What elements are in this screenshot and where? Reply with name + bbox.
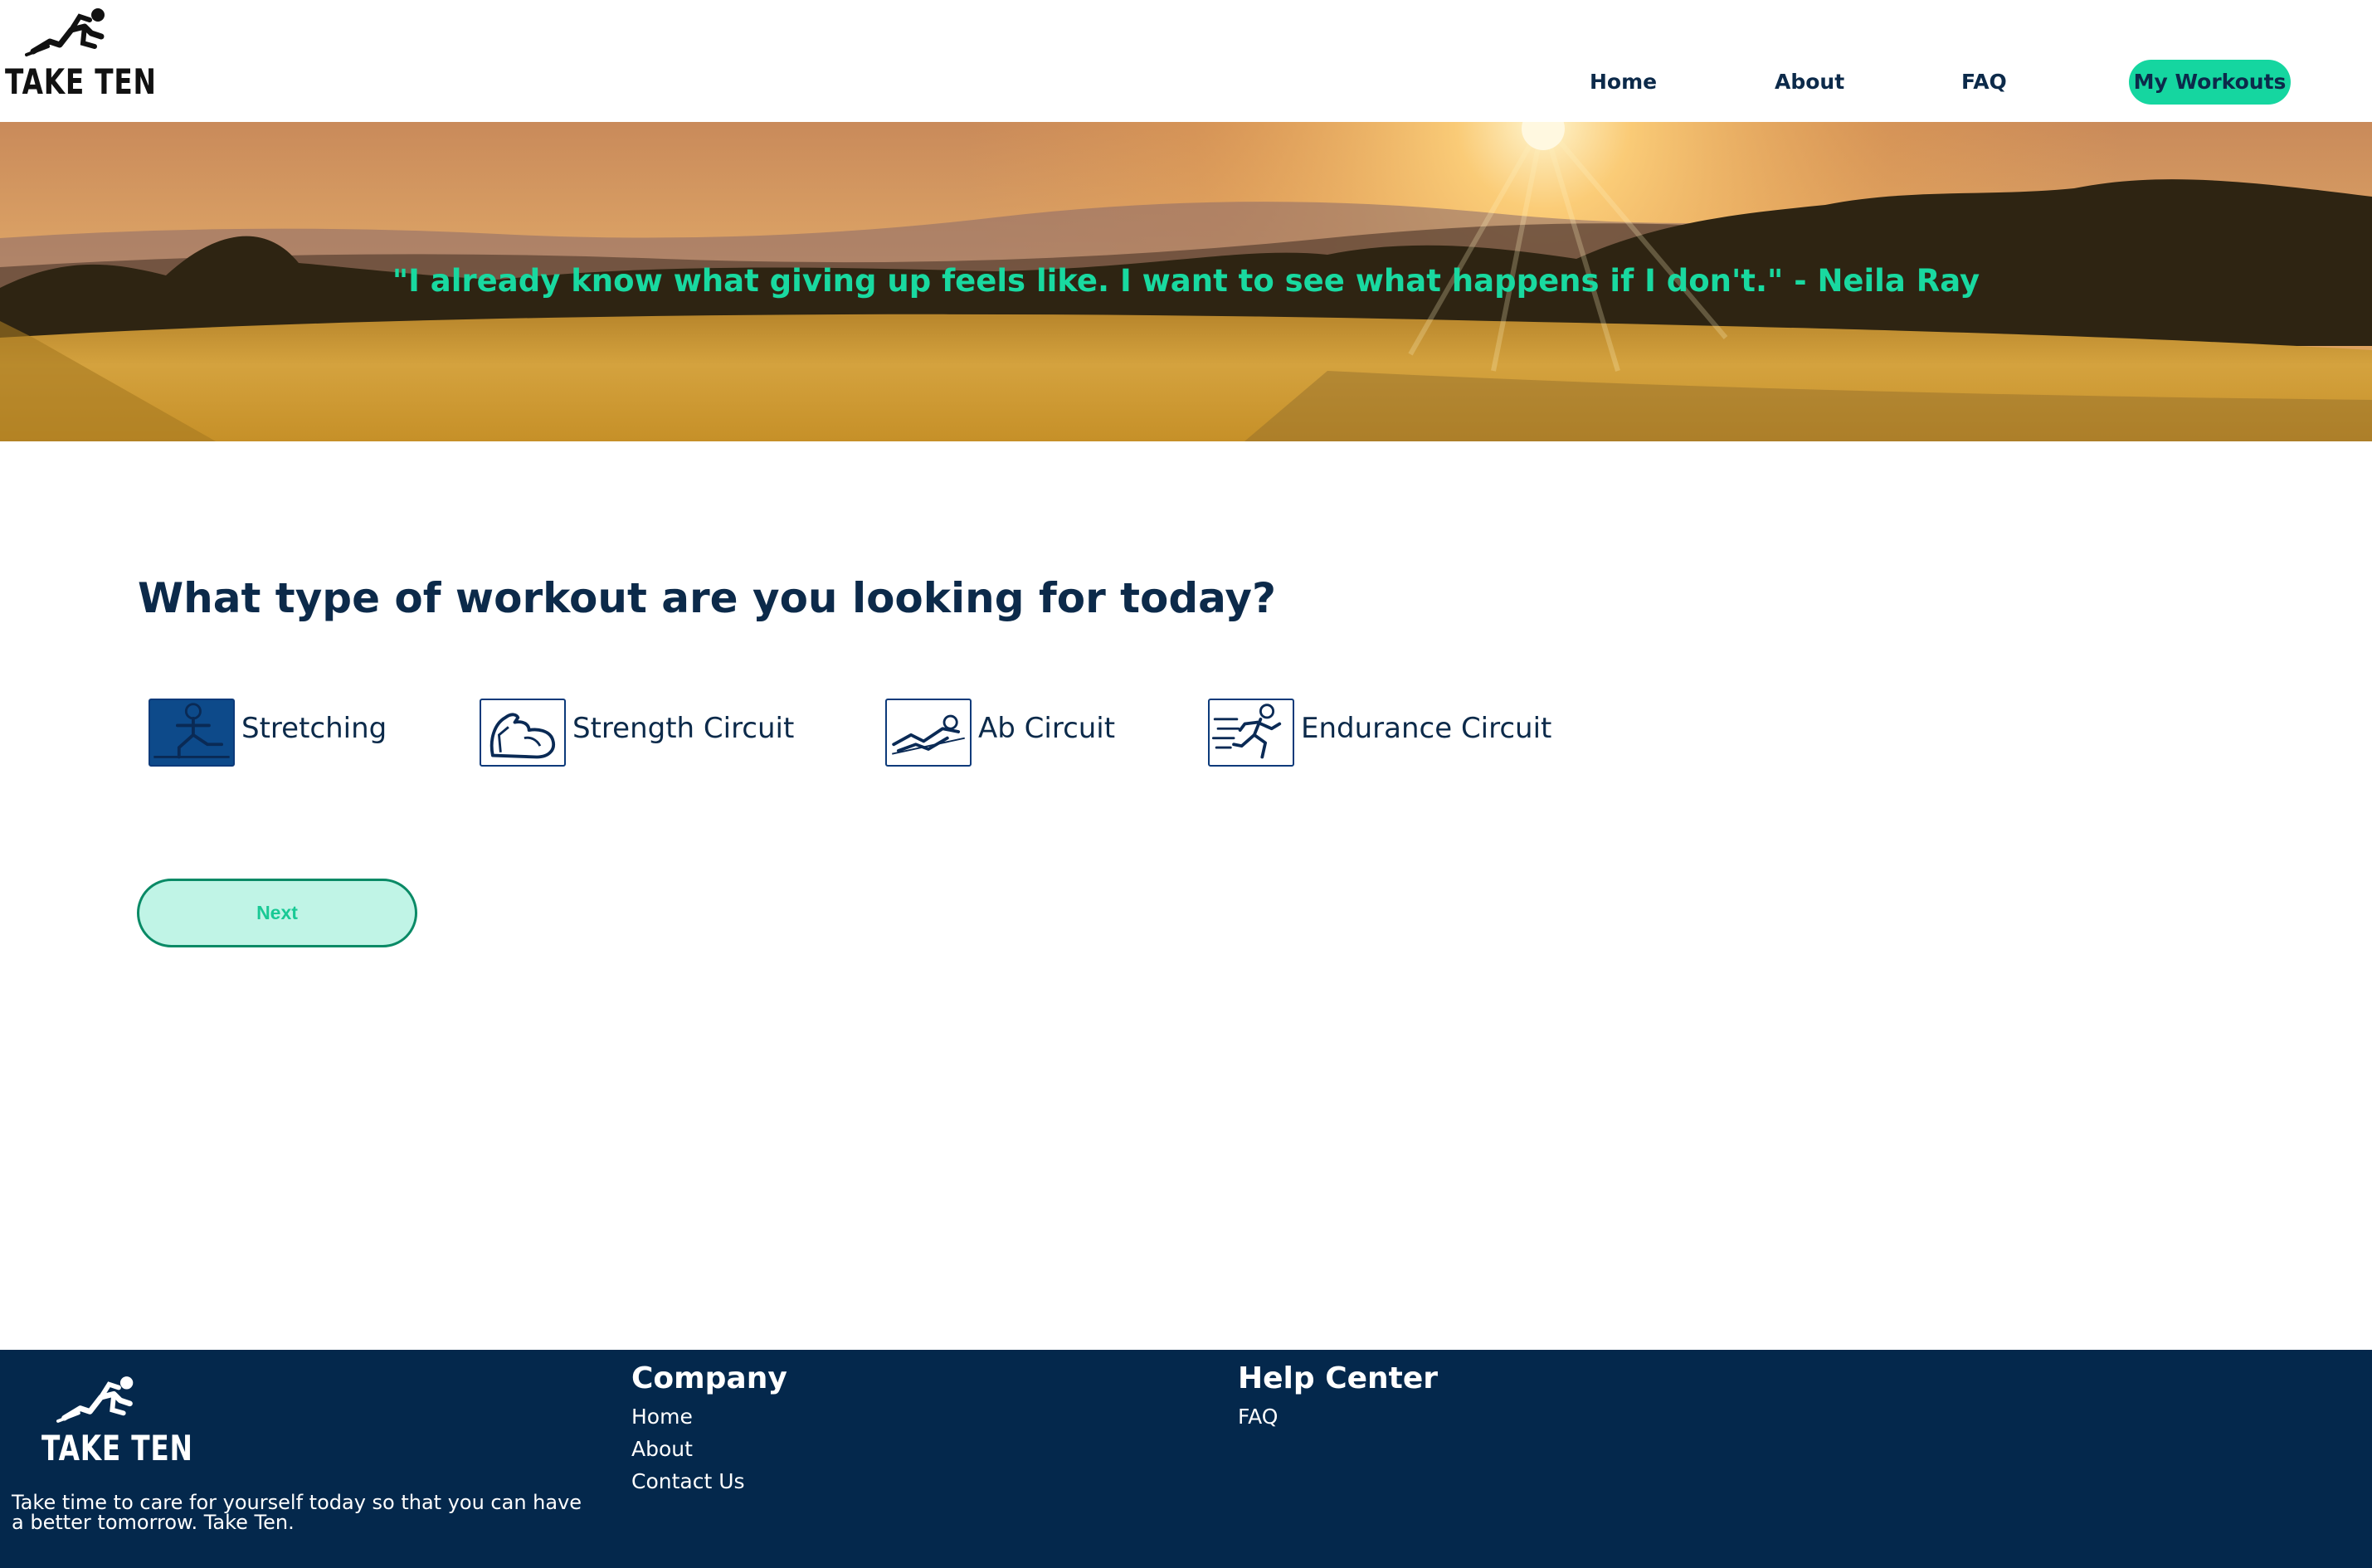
flexed-arm-icon[interactable] (480, 699, 566, 767)
footer-company-title: Company (631, 1361, 787, 1395)
footer-link-contact-us[interactable]: Contact Us (631, 1465, 787, 1497)
footer-tagline: Take time to care for yourself today so … (12, 1491, 582, 1534)
next-button[interactable]: Next (137, 879, 417, 947)
hero-quote: "I already know what giving up feels lik… (392, 263, 1980, 299)
stretching-icon[interactable] (149, 699, 235, 767)
footer-brand-name: TAKE TEN (41, 1428, 193, 1468)
brand-logo[interactable]: TAKE TEN (5, 5, 156, 106)
option-label: Ab Circuit (978, 712, 1116, 745)
option-label: Endurance Circuit (1301, 712, 1552, 745)
situp-icon[interactable] (885, 699, 972, 767)
runner-icon (56, 1376, 134, 1423)
site-footer: TAKE TEN Take time to care for yourself … (0, 1350, 2372, 1568)
runner-icon (25, 8, 105, 56)
footer-link-faq[interactable]: FAQ (1238, 1400, 1438, 1433)
footer-link-about[interactable]: About (631, 1433, 787, 1465)
nav-my-workouts-button[interactable]: My Workouts (2129, 60, 2291, 105)
site-header: TAKE TEN Home About FAQ My Workouts (0, 0, 2372, 122)
nav-about[interactable]: About (1775, 60, 1844, 105)
running-person-icon[interactable] (1208, 699, 1294, 767)
brand-name: TAKE TEN (5, 61, 157, 102)
footer-link-home[interactable]: Home (631, 1400, 787, 1433)
workout-question-heading: What type of workout are you looking for… (138, 574, 1276, 622)
footer-company-column: Company Home About Contact Us (631, 1361, 787, 1497)
option-label: Strength Circuit (572, 712, 795, 745)
nav-home[interactable]: Home (1590, 60, 1657, 105)
footer-logo[interactable]: TAKE TEN (40, 1373, 192, 1473)
footer-help-column: Help Center FAQ (1238, 1361, 1438, 1433)
nav-faq[interactable]: FAQ (1961, 60, 2007, 105)
footer-help-title: Help Center (1238, 1361, 1439, 1395)
hero-banner: "I already know what giving up feels lik… (0, 122, 2372, 441)
option-label: Stretching (241, 712, 387, 745)
